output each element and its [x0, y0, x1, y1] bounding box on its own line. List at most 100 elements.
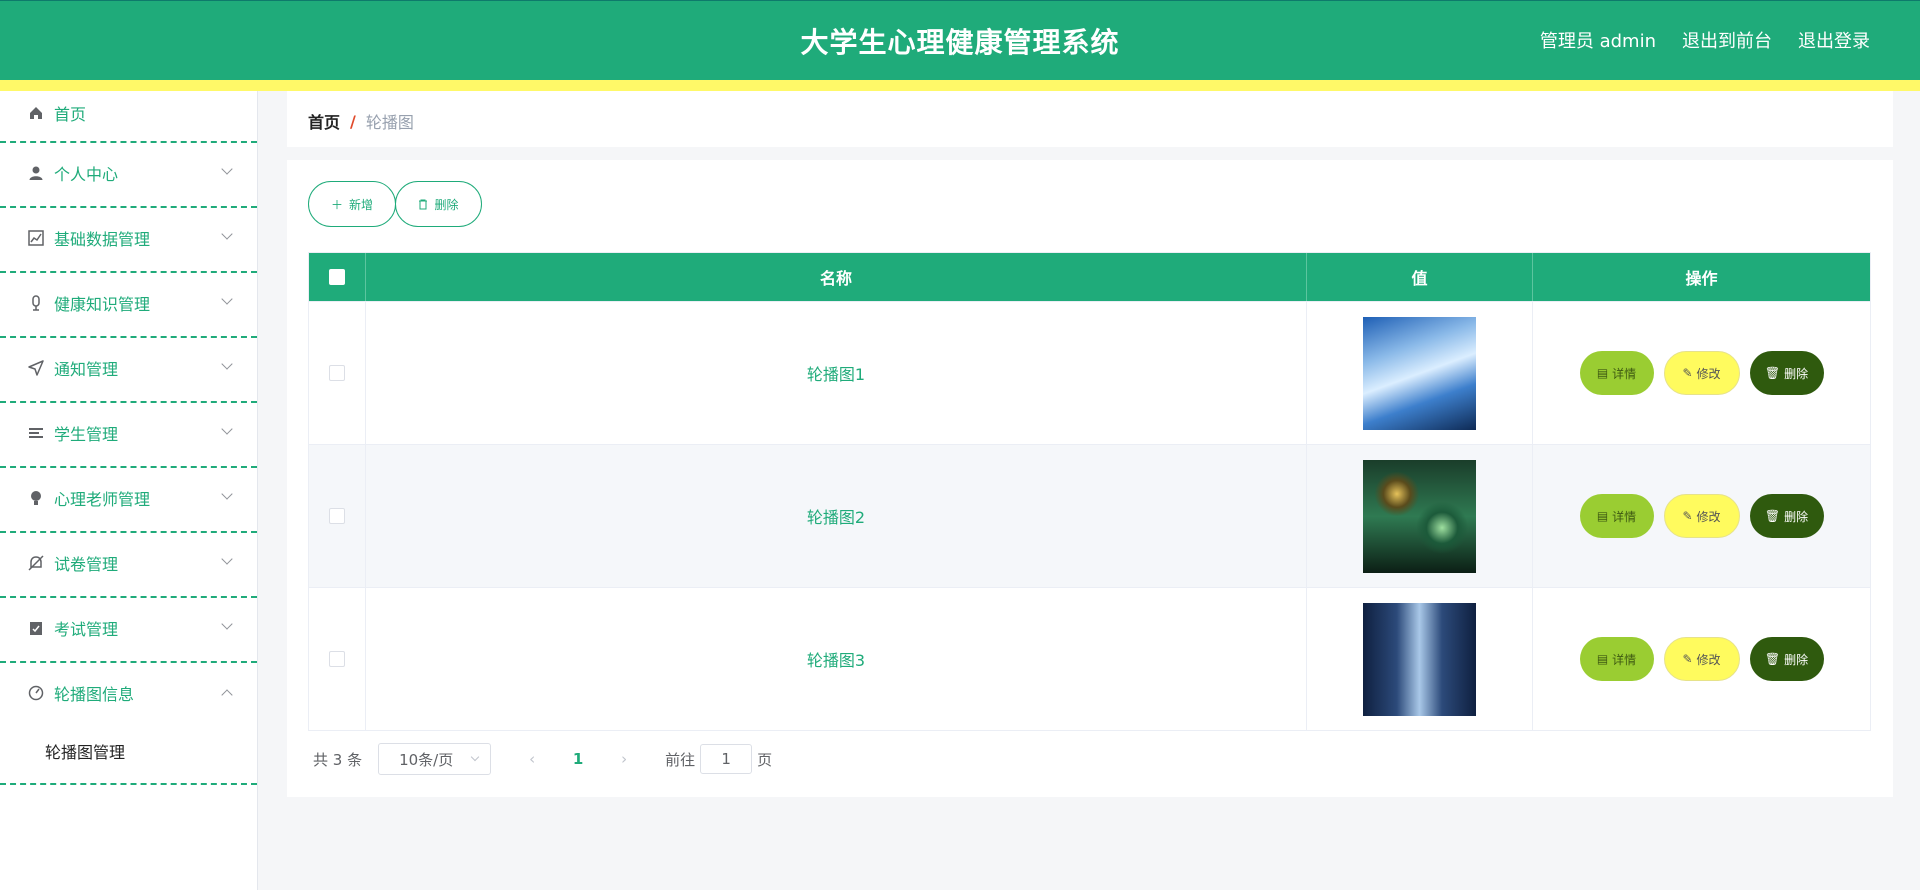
prev-page-button[interactable]: ‹ — [517, 750, 547, 768]
edit-icon: ✎ — [1682, 652, 1693, 666]
page-size-select[interactable]: 10条/页 — [378, 743, 492, 775]
sidebar-item-label: 健康知识管理 — [54, 295, 151, 314]
table-row: 轮播图1 ▤ 详情 ✎ 修改 🗑 删除 — [309, 301, 1870, 444]
trash-icon: 🗑 — [1764, 509, 1781, 523]
chevron-down-icon — [221, 423, 233, 435]
table-header: 名称 值 操作 — [309, 253, 1870, 301]
trash-icon — [419, 199, 428, 209]
submenu-carousel-manage[interactable]: 轮播图管理 — [45, 739, 125, 763]
table-row: 轮播图3 ▤ 详情 ✎ 修改 🗑 删除 — [309, 587, 1870, 730]
delete-button[interactable]: 🗑 删除 — [1749, 351, 1824, 395]
trash-icon: 🗑 — [1764, 366, 1781, 380]
sidebar-item-carousel[interactable]: 轮播图信息 轮播图管理 — [0, 663, 257, 785]
detail-label: 详情 — [1612, 509, 1637, 524]
back-to-frontend-link[interactable]: 退出到前台 — [1682, 27, 1772, 53]
sidebar-item-student[interactable]: 学生管理 — [0, 403, 257, 468]
sidebar-item-health-knowledge[interactable]: 健康知识管理 — [0, 273, 257, 338]
document-icon: ▤ — [1596, 366, 1609, 380]
edit-icon: ✎ — [1682, 509, 1693, 523]
select-all-checkbox[interactable] — [329, 269, 345, 285]
detail-button[interactable]: ▤ 详情 — [1579, 637, 1654, 681]
detail-label: 详情 — [1612, 366, 1637, 381]
delete-button[interactable]: 🗑 删除 — [1749, 637, 1824, 681]
sidebar-item-label: 个人中心 — [54, 165, 119, 184]
sidebar-item-basic-data[interactable]: 基础数据管理 — [0, 208, 257, 273]
gauge-icon — [28, 685, 44, 701]
bulb-icon — [31, 491, 41, 505]
list-icon — [29, 428, 43, 438]
document-icon: ▤ — [1596, 652, 1609, 666]
detail-button[interactable]: ▤ 详情 — [1579, 351, 1654, 395]
home-icon — [30, 107, 42, 119]
detail-button[interactable]: ▤ 详情 — [1579, 494, 1654, 538]
sidebar-item-personal-center[interactable]: 个人中心 — [0, 143, 257, 208]
sidebar-item-teacher[interactable]: 心理老师管理 — [0, 468, 257, 533]
delete-label: 删除 — [1784, 509, 1809, 524]
select-all-cell — [309, 253, 366, 301]
edit-label: 修改 — [1696, 509, 1721, 524]
sidebar-item-label: 首页 — [54, 105, 87, 124]
data-table: 名称 值 操作 轮播图1 ▤ 详情 ✎ 修改 🗑 删除 轮播图2 ▤ 详情 ✎ 修改 🗑 删… — [308, 252, 1871, 731]
delete-button[interactable]: 🗑 删除 — [1749, 494, 1824, 538]
plus-icon: ＋ — [330, 197, 343, 212]
edit-button[interactable]: ✎ 修改 — [1663, 494, 1740, 538]
sidebar-item-label: 通知管理 — [54, 360, 119, 379]
carousel-thumbnail[interactable] — [1363, 459, 1476, 573]
page-size-value: 10条/页 — [399, 750, 454, 769]
document-icon: ▤ — [1596, 509, 1609, 523]
breadcrumb-current: 轮播图 — [365, 113, 414, 132]
chevron-down-icon — [221, 293, 233, 305]
next-page-button[interactable]: › — [609, 750, 639, 768]
delete-label: 删除 — [1784, 366, 1809, 381]
logout-link[interactable]: 退出登录 — [1798, 27, 1870, 53]
sidebar-item-label: 心理老师管理 — [54, 490, 151, 509]
row-checkbox[interactable] — [329, 365, 345, 381]
delete-label: 删除 — [1784, 652, 1809, 667]
header-links: 管理员 admin 退出到前台 退出登录 — [1540, 27, 1870, 53]
column-header-actions: 操作 — [1685, 269, 1718, 288]
sidebar-item-paper[interactable]: 试卷管理 — [0, 533, 257, 598]
edit-button[interactable]: ✎ 修改 — [1663, 637, 1740, 681]
sidebar-item-label: 试卷管理 — [54, 555, 119, 574]
sidebar-item-exam[interactable]: 考试管理 — [0, 598, 257, 663]
page-number-current[interactable]: 1 — [563, 750, 593, 768]
row-name: 轮播图3 — [806, 651, 866, 670]
sidebar-item-label: 考试管理 — [54, 620, 119, 639]
admin-user-label[interactable]: 管理员 admin — [1540, 27, 1656, 53]
row-name: 轮播图1 — [806, 365, 866, 384]
row-checkbox[interactable] — [329, 508, 345, 524]
chevron-down-icon — [221, 618, 233, 630]
chevron-down-icon — [221, 488, 233, 500]
sidebar-item-label: 基础数据管理 — [54, 230, 151, 249]
row-checkbox[interactable] — [329, 651, 345, 667]
sidebar: 首页 个人中心 基础数据管理 健康知识管理 通知管理 学生管理 心理老师管理 试… — [0, 91, 258, 890]
accent-bar — [0, 80, 1920, 91]
user-icon — [29, 166, 43, 180]
carousel-thumbnail[interactable] — [1363, 316, 1476, 430]
edit-button[interactable]: ✎ 修改 — [1663, 351, 1740, 395]
chevron-down-icon — [221, 163, 233, 175]
sidebar-item-notice[interactable]: 通知管理 — [0, 338, 257, 403]
batch-delete-button[interactable]: 删除 — [395, 181, 482, 227]
edit-icon: ✎ — [1682, 366, 1693, 380]
column-header-name: 名称 — [366, 253, 1307, 301]
column-header-value: 值 — [1307, 253, 1533, 301]
add-button-label: 新增 — [349, 197, 374, 212]
edit-label: 修改 — [1696, 366, 1721, 381]
breadcrumb: 首页 / 轮播图 — [308, 109, 414, 133]
add-button[interactable]: ＋ 新增 — [308, 181, 396, 227]
bell-off-icon — [28, 555, 44, 571]
carousel-thumbnail[interactable] — [1363, 602, 1476, 716]
sidebar-item-label: 学生管理 — [54, 425, 119, 444]
breadcrumb-home[interactable]: 首页 — [308, 109, 340, 133]
breadcrumb-separator: / — [350, 111, 356, 131]
sidebar-item-home[interactable]: 首页 — [0, 91, 257, 143]
pagination: 共 3 条 10条/页 ‹ 1 › 前往 页 — [313, 743, 772, 775]
chart-icon — [28, 230, 44, 246]
pagination-total: 共 3 条 — [313, 750, 363, 769]
edit-label: 修改 — [1696, 652, 1721, 667]
chevron-down-icon — [470, 752, 480, 762]
goto-label: 前往 — [665, 750, 696, 769]
goto-page-input[interactable] — [700, 744, 753, 774]
chevron-down-icon — [221, 228, 233, 240]
